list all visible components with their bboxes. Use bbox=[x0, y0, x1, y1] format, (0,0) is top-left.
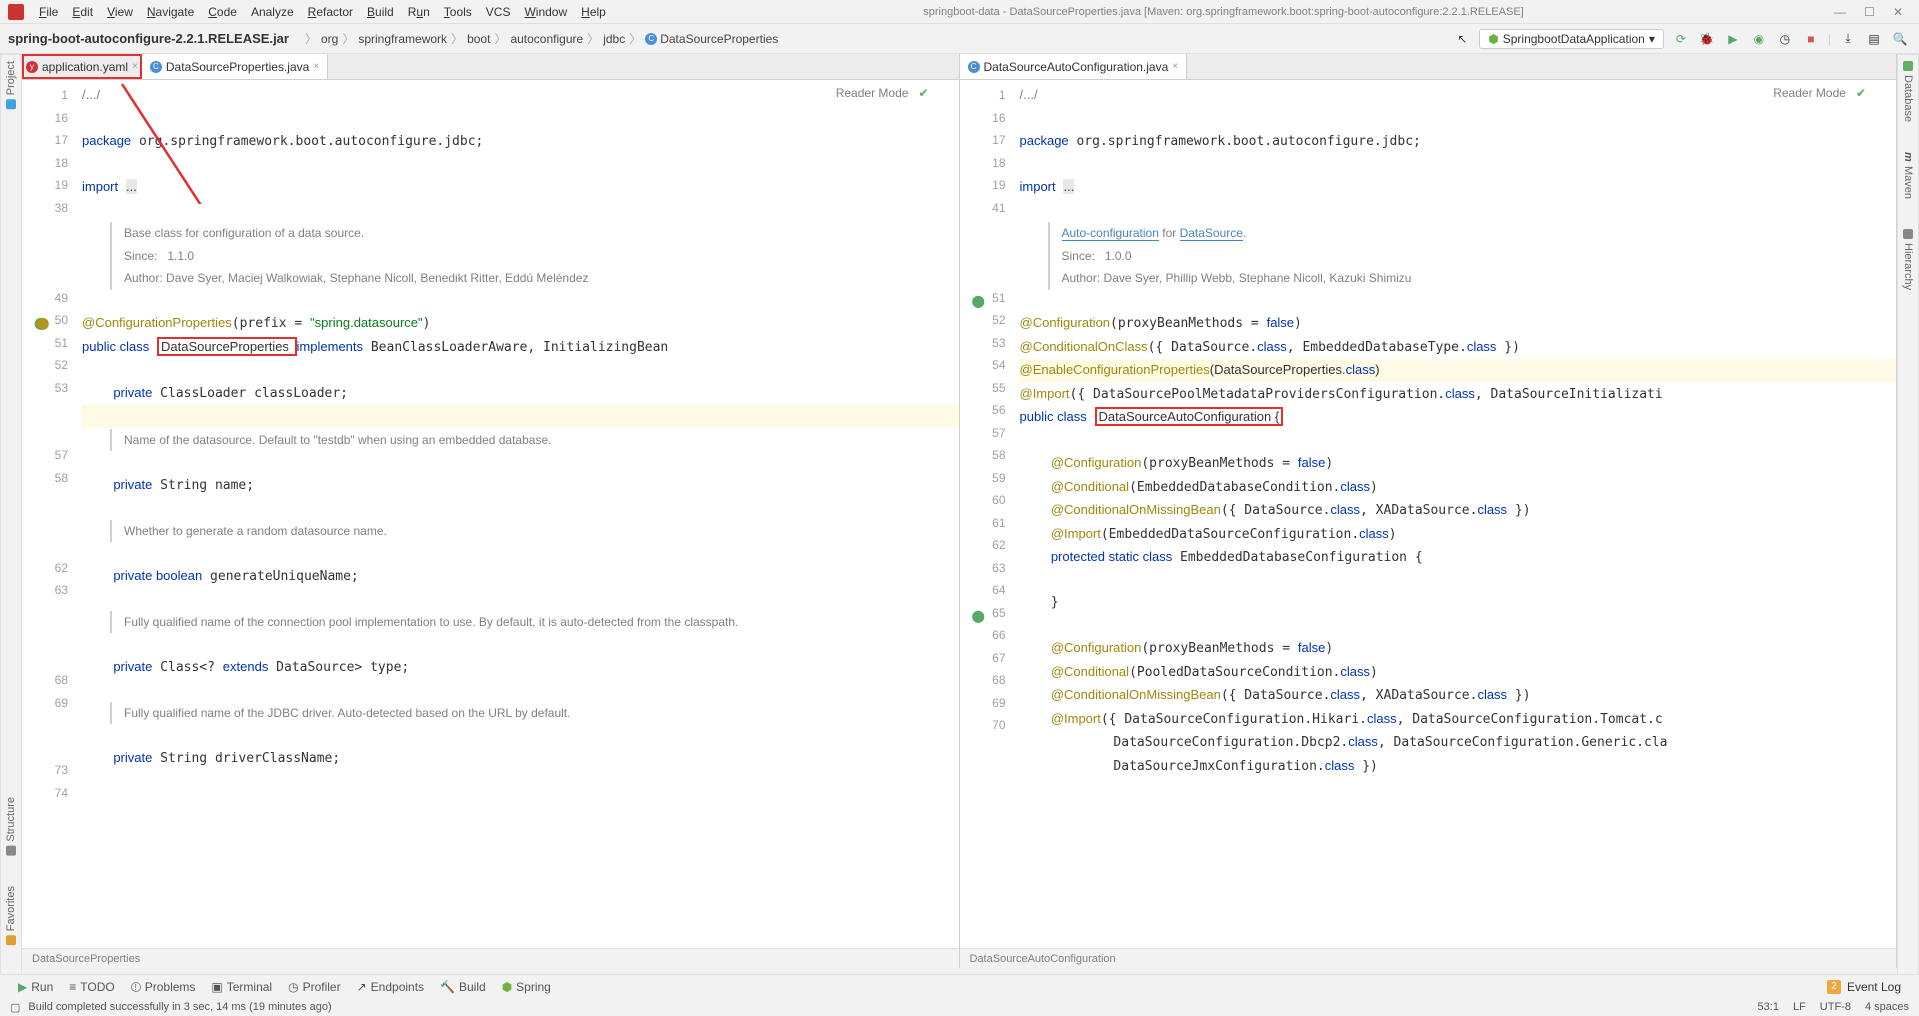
profile-icon[interactable]: ◷ bbox=[1776, 30, 1794, 48]
tabs-left: yapplication.yaml× CDataSourceProperties… bbox=[22, 54, 959, 80]
crumb-springframework[interactable]: springframework bbox=[358, 32, 447, 46]
structure-icon[interactable]: ▤ bbox=[1865, 30, 1883, 48]
search-icon[interactable]: 🔍 bbox=[1891, 30, 1909, 48]
menu-analyze[interactable]: Analyze bbox=[244, 3, 301, 21]
tab-application-yaml[interactable]: yapplication.yaml× bbox=[22, 54, 142, 79]
structure-breadcrumb-right[interactable]: DataSourceAutoConfiguration bbox=[960, 948, 1897, 968]
line-separator[interactable]: LF bbox=[1793, 1001, 1806, 1013]
tool-endpoints[interactable]: ↗Endpoints bbox=[357, 980, 424, 994]
class-icon: C bbox=[645, 33, 657, 45]
java-icon: C bbox=[150, 61, 162, 73]
code-right[interactable]: /.../ package org.springframework.boot.a… bbox=[1012, 80, 1897, 948]
close-icon[interactable]: × bbox=[132, 61, 138, 72]
indent[interactable]: 4 spaces bbox=[1865, 1001, 1909, 1013]
tool-spring[interactable]: ⬢Spring bbox=[502, 980, 551, 994]
run-icon[interactable]: ⟳ bbox=[1672, 30, 1690, 48]
caret-position[interactable]: 53:1 bbox=[1758, 1001, 1779, 1013]
reader-mode-label[interactable]: Reader Mode✔ bbox=[1773, 86, 1866, 100]
tool-favorites[interactable]: Favorites bbox=[5, 886, 17, 945]
maximize-icon[interactable]: ☐ bbox=[1864, 5, 1875, 19]
menu-run[interactable]: Run bbox=[401, 3, 437, 21]
reader-mode-label[interactable]: Reader Mode✔ bbox=[836, 86, 929, 100]
menu-refactor[interactable]: Refactor bbox=[301, 3, 360, 21]
menu-view[interactable]: View bbox=[100, 3, 140, 21]
gutter-right: 11617181941⬤5152535455565758596061626364… bbox=[960, 80, 1012, 948]
close-icon[interactable]: ✕ bbox=[1893, 5, 1903, 19]
menu-build[interactable]: Build bbox=[360, 3, 401, 21]
editor-right[interactable]: Reader Mode✔ 11617181941⬤515253545556575… bbox=[960, 80, 1897, 948]
debug-icon[interactable]: 🐞 bbox=[1698, 30, 1716, 48]
menu-bar: File Edit View Navigate Code Analyze Ref… bbox=[0, 0, 1919, 24]
app-icon bbox=[8, 4, 24, 20]
structure-breadcrumb-left[interactable]: DataSourceProperties bbox=[22, 948, 959, 968]
update-icon[interactable]: ⤓ bbox=[1839, 30, 1857, 48]
menu-tools[interactable]: Tools bbox=[437, 3, 479, 21]
crumb-boot[interactable]: boot bbox=[467, 32, 490, 46]
check-icon: ✔ bbox=[1856, 86, 1866, 100]
crumb-org[interactable]: org bbox=[321, 32, 338, 46]
tool-maven[interactable]: mMaven bbox=[1902, 152, 1914, 199]
tool-run[interactable]: ▶Run bbox=[18, 980, 53, 994]
navigation-bar: spring-boot-autoconfigure-2.2.1.RELEASE.… bbox=[0, 24, 1919, 54]
menu-window[interactable]: Window bbox=[517, 3, 574, 21]
left-tool-stripe: Project Structure Favorites bbox=[0, 54, 22, 986]
menu-navigate[interactable]: Navigate bbox=[140, 3, 201, 21]
editor-pane-left: yapplication.yaml× CDataSourceProperties… bbox=[22, 54, 960, 968]
tabs-right: CDataSourceAutoConfiguration.java× bbox=[960, 54, 1897, 80]
tool-terminal[interactable]: ▣Terminal bbox=[211, 980, 272, 994]
tab-datasourceautoconfiguration[interactable]: CDataSourceAutoConfiguration.java× bbox=[960, 54, 1188, 79]
menu-code[interactable]: Code bbox=[201, 3, 244, 21]
check-icon: ✔ bbox=[918, 86, 928, 100]
breadcrumb-root[interactable]: spring-boot-autoconfigure-2.2.1.RELEASE.… bbox=[0, 31, 297, 46]
tool-todo[interactable]: ≡TODO bbox=[69, 980, 114, 994]
crumb-class[interactable]: DataSourceProperties bbox=[660, 32, 778, 46]
editor-pane-right: CDataSourceAutoConfiguration.java× Reade… bbox=[960, 54, 1898, 968]
spring-leaf-icon: ⬢ bbox=[1488, 32, 1498, 46]
tab-datasourceproperties[interactable]: CDataSourceProperties.java× bbox=[142, 54, 328, 79]
right-tool-stripe: Database mMaven Hierarchy bbox=[1897, 54, 1919, 986]
status-bar: ▢ Build completed successfully in 3 sec,… bbox=[0, 998, 1919, 1016]
coverage-icon[interactable]: ◉ bbox=[1750, 30, 1768, 48]
menu-edit[interactable]: Edit bbox=[65, 3, 100, 21]
status-message: Build completed successfully in 3 sec, 1… bbox=[28, 1001, 331, 1013]
close-icon[interactable]: × bbox=[1172, 61, 1178, 72]
crumb-autoconfigure[interactable]: autoconfigure bbox=[510, 32, 583, 46]
tool-profiler[interactable]: ◷Profiler bbox=[288, 980, 341, 994]
crumb-jdbc[interactable]: jdbc bbox=[603, 32, 625, 46]
tool-build[interactable]: 🔨Build bbox=[440, 980, 486, 994]
menu-file[interactable]: File bbox=[32, 3, 65, 21]
tool-problems[interactable]: !Problems bbox=[131, 980, 196, 994]
yaml-icon: y bbox=[26, 61, 38, 73]
hide-tool-windows-icon[interactable]: ▢ bbox=[10, 1001, 20, 1014]
editor-split: yapplication.yaml× CDataSourceProperties… bbox=[22, 54, 1897, 968]
menu-help[interactable]: Help bbox=[574, 3, 613, 21]
window-title: springboot-data - DataSourceProperties.j… bbox=[613, 6, 1834, 18]
menu-vcs[interactable]: VCS bbox=[479, 3, 518, 21]
event-count-badge: 2 bbox=[1827, 980, 1841, 994]
editor-left[interactable]: Reader Mode✔ 1161718193849⬤⬤505152535758… bbox=[22, 80, 959, 948]
stop-icon[interactable]: ■ bbox=[1802, 30, 1820, 48]
tool-project[interactable]: Project bbox=[5, 61, 17, 109]
back-icon[interactable]: ↖ bbox=[1453, 30, 1471, 48]
encoding[interactable]: UTF-8 bbox=[1820, 1001, 1851, 1013]
gutter-left: 1161718193849⬤⬤505152535758626368697374 bbox=[22, 80, 74, 948]
bottom-tool-bar: ▶Run ≡TODO !Problems ▣Terminal ◷Profiler… bbox=[0, 974, 1919, 998]
tool-structure[interactable]: Structure bbox=[5, 797, 17, 856]
close-icon[interactable]: × bbox=[313, 61, 319, 72]
java-icon: C bbox=[968, 61, 980, 73]
run-button-icon[interactable]: ▶ bbox=[1724, 30, 1742, 48]
run-config-selector[interactable]: ⬢SpringbootDataApplication▾ bbox=[1479, 29, 1664, 49]
tool-hierarchy[interactable]: Hierarchy bbox=[1902, 229, 1914, 290]
window-controls: — ☐ ✕ bbox=[1834, 5, 1915, 19]
minimize-icon[interactable]: — bbox=[1834, 5, 1846, 19]
event-log[interactable]: Event Log bbox=[1847, 980, 1901, 994]
breadcrumb: 〉org 〉springframework 〉boot 〉autoconfigu… bbox=[297, 30, 782, 47]
tool-database[interactable]: Database bbox=[1902, 61, 1914, 122]
code-left[interactable]: /.../ package org.springframework.boot.a… bbox=[74, 80, 959, 948]
